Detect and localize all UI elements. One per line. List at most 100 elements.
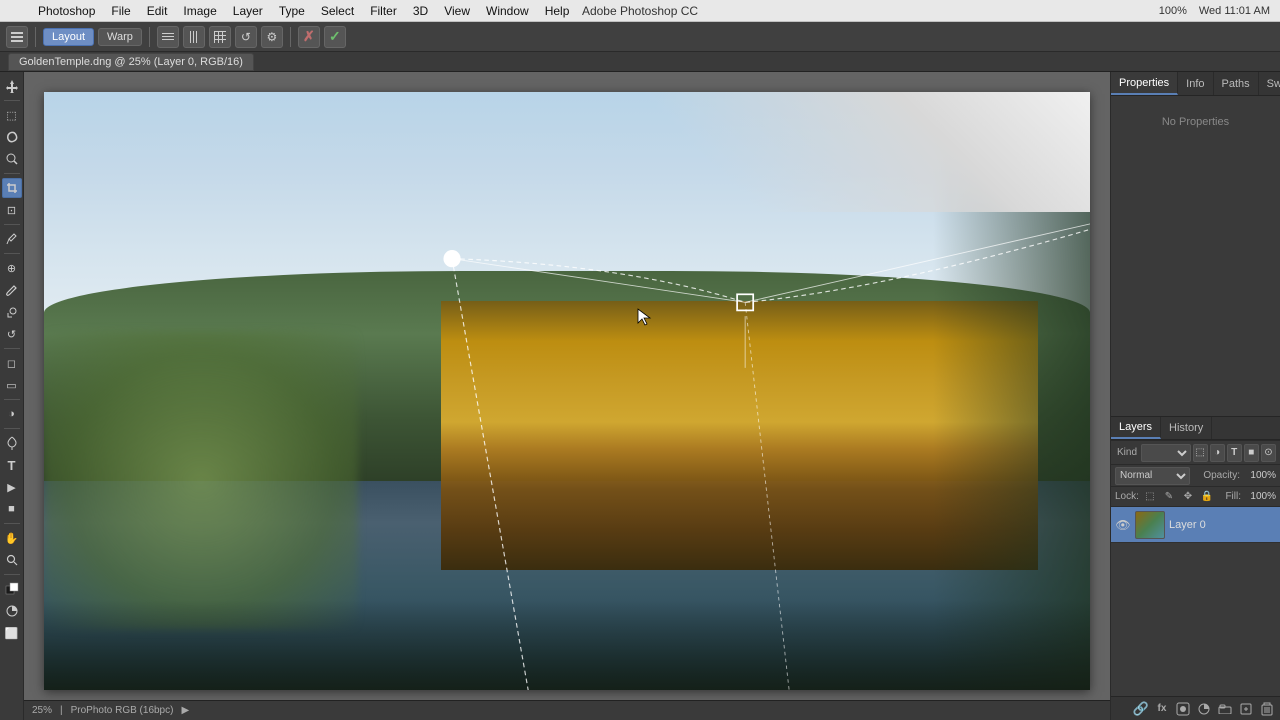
layers-list: 👁 Layer 0 xyxy=(1111,507,1280,696)
layers-delete-btn[interactable] xyxy=(1258,700,1276,718)
tool-presets-button[interactable] xyxy=(6,26,28,48)
layers-panel: Kind ⬚ ◑ T ■ ⊙ Normal Opacity: 100% Lock… xyxy=(1111,440,1280,720)
layers-kind-label: Kind xyxy=(1115,447,1139,458)
layers-filter-smart[interactable]: ⊙ xyxy=(1261,444,1276,462)
layers-filter-type[interactable]: T xyxy=(1227,444,1242,462)
path-select-button[interactable]: ▶ xyxy=(2,477,22,497)
status-color-profile: ProPhoto RGB (16bpc) xyxy=(71,705,174,716)
slice-tool-button[interactable]: ⊡ xyxy=(2,200,22,220)
layers-filter-adjust[interactable]: ◑ xyxy=(1210,444,1225,462)
clone-stamp-button[interactable] xyxy=(2,302,22,322)
foreground-color-btn[interactable] xyxy=(2,579,22,599)
type-tool-button[interactable]: T xyxy=(2,455,22,475)
confirm-transform-button[interactable]: ✓ xyxy=(324,26,346,48)
cancel-transform-button[interactable]: ✗ xyxy=(298,26,320,48)
toolbar-separator-6 xyxy=(4,399,20,400)
menu-photoshop[interactable]: Photoshop xyxy=(30,0,103,21)
menu-window[interactable]: Window xyxy=(478,0,537,21)
eraser-tool-button[interactable]: ◻ xyxy=(2,353,22,373)
quick-mask-button[interactable] xyxy=(2,601,22,621)
image-white-top-right xyxy=(567,92,1090,212)
lock-transparent-btn[interactable]: ⬚ xyxy=(1142,489,1158,505)
tab-history[interactable]: History xyxy=(1161,417,1212,439)
menu-select[interactable]: Select xyxy=(313,0,362,21)
layout-mode-button[interactable]: Layout xyxy=(43,28,94,46)
menu-edit[interactable]: Edit xyxy=(139,0,176,21)
tab-info[interactable]: Info xyxy=(1178,72,1213,95)
eyedropper-tool-button[interactable] xyxy=(2,229,22,249)
properties-panel-content: No Properties xyxy=(1111,96,1280,416)
lock-label: Lock: xyxy=(1115,491,1139,502)
menu-view[interactable]: View xyxy=(436,0,478,21)
tab-properties[interactable]: Properties xyxy=(1111,72,1178,95)
lock-all-btn[interactable]: 🔒 xyxy=(1199,489,1215,505)
menu-file[interactable]: File xyxy=(103,0,138,21)
document-tab[interactable]: GoldenTemple.dng @ 25% (Layer 0, RGB/16) xyxy=(8,53,254,71)
tab-paths[interactable]: Paths xyxy=(1214,72,1259,95)
opacity-value[interactable]: 100% xyxy=(1244,470,1276,481)
toolbar-separator-8 xyxy=(4,523,20,524)
menu-3d[interactable]: 3D xyxy=(405,0,436,21)
healing-brush-button[interactable]: ⊕ xyxy=(2,258,22,278)
hand-tool-button[interactable]: ✋ xyxy=(2,528,22,548)
blend-mode-dropdown[interactable]: Normal xyxy=(1115,467,1190,485)
quick-select-tool-button[interactable] xyxy=(2,149,22,169)
layers-group-btn[interactable] xyxy=(1216,700,1234,718)
brush-tool-button[interactable] xyxy=(2,280,22,300)
panel-tabs: Properties Info Paths Swatches xyxy=(1111,72,1280,96)
layers-filter-shape[interactable]: ■ xyxy=(1244,444,1259,462)
menu-right-area: 100% Wed 11:01 AM xyxy=(1155,5,1280,17)
layer-thumbnail xyxy=(1135,511,1165,539)
layers-filter-pixel[interactable]: ⬚ xyxy=(1193,444,1208,462)
history-brush-button[interactable]: ↺ xyxy=(2,324,22,344)
fill-value[interactable]: 100% xyxy=(1244,491,1276,502)
pen-tool-button[interactable] xyxy=(2,433,22,453)
layer-item-0[interactable]: 👁 Layer 0 xyxy=(1111,507,1280,543)
lock-position-btn[interactable]: ✥ xyxy=(1180,489,1196,505)
status-arrow-btn[interactable]: ▶ xyxy=(181,705,189,716)
layer-visibility-toggle[interactable]: 👁 xyxy=(1115,517,1131,533)
layers-fx-btn[interactable]: fx xyxy=(1153,700,1171,718)
lock-pixels-btn[interactable]: ✎ xyxy=(1161,489,1177,505)
layers-kind-dropdown[interactable] xyxy=(1141,444,1190,462)
fill-label: Fill: xyxy=(1225,491,1241,502)
grid-both-button[interactable] xyxy=(209,26,231,48)
grid-columns-button[interactable] xyxy=(157,26,179,48)
menu-help[interactable]: Help xyxy=(537,0,578,21)
menu-image[interactable]: Image xyxy=(175,0,224,21)
options-separator-1 xyxy=(35,27,36,47)
zoom-tool-button[interactable] xyxy=(2,550,22,570)
layers-mask-btn[interactable] xyxy=(1174,700,1192,718)
lasso-tool-button[interactable] xyxy=(2,127,22,147)
layers-link-btn[interactable]: 🔗 xyxy=(1132,700,1150,718)
options-bar: Layout Warp ↺ ⚙ ✗ ✓ xyxy=(0,22,1280,52)
layers-new-btn[interactable] xyxy=(1237,700,1255,718)
app-title: Adobe Photoshop CC xyxy=(582,4,698,18)
menu-type[interactable]: Type xyxy=(271,0,313,21)
menu-layer[interactable]: Layer xyxy=(225,0,271,21)
screen-mode-button[interactable]: ⬜ xyxy=(2,623,22,643)
main-layout: ⬚ ⊡ ⊕ ↺ ◻ ▭ ◑ T ▶ xyxy=(0,72,1280,720)
warp-mode-button[interactable]: Warp xyxy=(98,28,142,46)
marquee-tool-button[interactable]: ⬚ xyxy=(2,105,22,125)
canvas-area[interactable]: 25% | ProPhoto RGB (16bpc) ▶ xyxy=(24,72,1110,720)
dodge-tool-button[interactable]: ◑ xyxy=(2,404,22,424)
menu-filter[interactable]: Filter xyxy=(362,0,405,21)
warp-options-button[interactable]: ⚙ xyxy=(261,26,283,48)
tab-bar: GoldenTemple.dng @ 25% (Layer 0, RGB/16) xyxy=(0,52,1280,72)
toolbar-separator-5 xyxy=(4,348,20,349)
shape-tool-button[interactable]: ■ xyxy=(2,499,22,519)
options-separator-3 xyxy=(290,27,291,47)
tab-layers[interactable]: Layers xyxy=(1111,417,1161,439)
crop-tool-button[interactable] xyxy=(2,178,22,198)
toolbar-separator-4 xyxy=(4,253,20,254)
image-layer xyxy=(44,92,1090,690)
move-tool-button[interactable] xyxy=(2,76,22,96)
document-tab-label: GoldenTemple.dng @ 25% (Layer 0, RGB/16) xyxy=(19,56,243,68)
grid-rows-button[interactable] xyxy=(183,26,205,48)
gradient-tool-button[interactable]: ▭ xyxy=(2,375,22,395)
canvas-document xyxy=(44,92,1090,690)
tab-swatches[interactable]: Swatches xyxy=(1259,72,1280,95)
reset-warp-button[interactable]: ↺ xyxy=(235,26,257,48)
layers-adjustment-btn[interactable] xyxy=(1195,700,1213,718)
